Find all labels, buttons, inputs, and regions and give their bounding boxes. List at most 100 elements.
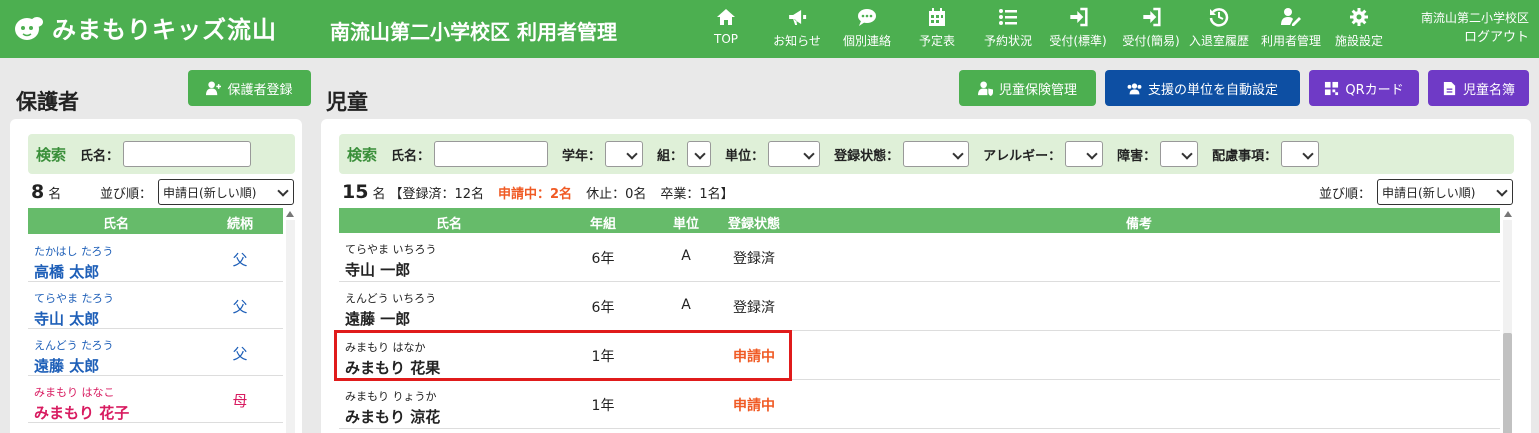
allergy-select[interactable] xyxy=(1065,141,1104,167)
guardian-kana: みまもり はなこ xyxy=(34,386,115,399)
table-row[interactable]: たかはし たろう 高橋 太郎 父 xyxy=(28,235,283,282)
col-name: 氏名 xyxy=(102,217,130,232)
child-search-box: 検索 氏名： 学年： 組： 単位： 登録状態： アレルギー： 障害： 配慮事項： xyxy=(339,134,1514,174)
guardian-kana: えんどう たろう xyxy=(34,339,114,352)
nav-messages[interactable]: 個別連絡 xyxy=(843,7,891,53)
child-kana: えんどう いちろう xyxy=(345,292,437,305)
user-plus-icon xyxy=(206,80,222,95)
child-grade: 6年 xyxy=(591,300,615,316)
table-row[interactable]: てらやま たろう 寺山 太郎 父 xyxy=(28,282,283,329)
col-status: 登録状態 xyxy=(727,217,781,232)
scroll-up-icon[interactable] xyxy=(286,211,294,217)
class-select[interactable] xyxy=(687,141,712,167)
sort-label: 並び順： xyxy=(100,186,153,202)
child-grade: 1年 xyxy=(591,398,615,414)
child-roster-button[interactable]: 児童名簿 xyxy=(1428,70,1529,106)
user-edit-icon xyxy=(1280,8,1301,26)
scroll-up-icon[interactable] xyxy=(1504,211,1512,217)
nav-label: 受付(簡易) xyxy=(1122,34,1180,48)
guardian-relation: 父 xyxy=(232,345,248,363)
guardian-name: 遠藤 太郎 xyxy=(34,357,100,375)
users-icon xyxy=(1127,82,1142,94)
guardian-search-box: 検索 氏名： xyxy=(28,134,295,174)
megaphone-icon xyxy=(788,10,806,25)
nav-user-management[interactable]: 利用者管理 xyxy=(1261,7,1321,53)
nav-reception-simple[interactable]: 受付(簡易) xyxy=(1122,7,1180,53)
summary-graduated: 卒業：1名】 xyxy=(660,187,734,202)
disability-select[interactable] xyxy=(1160,141,1199,167)
status-select[interactable] xyxy=(903,141,970,167)
grade-select[interactable] xyxy=(605,141,644,167)
logout-link[interactable]: ログアウト xyxy=(1421,28,1529,48)
nav-facility-settings[interactable]: 施設設定 xyxy=(1335,7,1383,53)
nav-reception-standard[interactable]: 受付(標準) xyxy=(1049,7,1107,53)
child-unit: A xyxy=(681,248,691,264)
nav-label: 施設設定 xyxy=(1334,34,1384,48)
guardian-sort: 並び順： 申請日(新しい順) xyxy=(100,179,295,205)
child-count-number: 15 xyxy=(342,181,369,203)
unit-select[interactable] xyxy=(768,141,821,167)
children-title: 児童 xyxy=(326,90,368,114)
table-row[interactable]: えんどう いちろう 遠藤 一郎 6年 A 登録済 xyxy=(339,282,1500,331)
guardian-relation: 父 xyxy=(232,251,248,269)
child-sort-select[interactable]: 申請日(新しい順) xyxy=(1377,179,1514,205)
nav-top[interactable]: TOP xyxy=(714,7,738,53)
child-name-input[interactable] xyxy=(434,141,549,167)
chat-icon xyxy=(857,9,876,26)
nav-label: 受付(標準) xyxy=(1049,34,1107,48)
app-header: みまもりキッズ流山 南流山第二小学校区 利用者管理 TOP お知らせ 個別連絡 … xyxy=(0,0,1539,58)
calendar-icon xyxy=(928,8,945,26)
gear-icon xyxy=(1349,8,1368,26)
sign-in-icon xyxy=(1070,7,1088,27)
grade-label: 学年： xyxy=(562,148,602,164)
child-roster-label: 児童名簿 xyxy=(1462,82,1515,98)
school-name: 南流山第二小学校区 xyxy=(1420,11,1529,25)
guardian-sort-select[interactable]: 申請日(新しい順) xyxy=(158,179,295,205)
nav-attendance-history[interactable]: 入退室履歴 xyxy=(1189,7,1249,53)
child-summary: 15 名 【登録済：12名 申請中：2名 休止：0名 卒業：1名】 xyxy=(342,181,734,203)
notes-label: 配慮事項： xyxy=(1212,148,1278,164)
list-icon xyxy=(998,9,1017,25)
notes-select[interactable] xyxy=(1281,141,1320,167)
selected-row-highlight xyxy=(334,330,792,381)
guardian-name: みまもり 花子 xyxy=(34,404,130,422)
guardian-count-number: 8 xyxy=(31,181,45,203)
qr-card-label: QRカード xyxy=(1345,82,1404,98)
status-label: 登録状態： xyxy=(834,148,900,164)
search-label: 検索 xyxy=(347,145,378,164)
table-row[interactable]: みまもり はなこ みまもり 花子 母 xyxy=(28,376,283,423)
auto-set-unit-label: 支援の単位を自動設定 xyxy=(1147,82,1278,98)
guardian-kana: たかはし たろう xyxy=(34,245,114,258)
col-unit: 単位 xyxy=(672,217,700,232)
summary-registered: 【登録済：12名 xyxy=(389,187,485,202)
qr-card-button[interactable]: QRカード xyxy=(1309,70,1419,106)
logo[interactable]: みまもりキッズ流山 xyxy=(12,10,277,45)
child-name: みまもり 涼花 xyxy=(345,408,441,426)
child-scrollbar-thumb[interactable] xyxy=(1503,333,1512,433)
child-table-header: 氏名 年組 単位 登録状態 備考 xyxy=(339,208,1500,234)
user-shield-icon xyxy=(977,80,993,96)
nav-notices[interactable]: お知らせ xyxy=(773,7,821,53)
table-row[interactable]: みまもり りょうか みまもり 涼花 1年 申請中 xyxy=(339,380,1500,429)
col-name: 氏名 xyxy=(435,217,463,232)
allergy-label: アレルギー： xyxy=(983,148,1062,164)
guardian-scrollbar[interactable] xyxy=(286,220,295,433)
register-guardian-button[interactable]: 保護者登録 xyxy=(188,70,311,106)
guardian-name-input[interactable] xyxy=(123,141,252,167)
auto-set-unit-button[interactable]: 支援の単位を自動設定 xyxy=(1105,70,1300,106)
nav-label: 入退室履歴 xyxy=(1188,34,1250,48)
table-row[interactable]: えんどう たろう 遠藤 太郎 父 xyxy=(28,329,283,376)
nav-label: 個別連絡 xyxy=(842,34,892,48)
nav-label: お知らせ xyxy=(773,34,821,48)
child-insurance-button[interactable]: 児童保険管理 xyxy=(959,70,1096,106)
child-grade: 6年 xyxy=(591,251,615,267)
nav-label: 予約状況 xyxy=(983,34,1033,48)
nav-schedule[interactable]: 予定表 xyxy=(919,7,955,53)
sort-value: 申請日(新しい順) xyxy=(163,185,257,200)
logo-mark-icon xyxy=(12,13,46,43)
nav-reservations[interactable]: 予約状況 xyxy=(984,7,1032,53)
history-icon xyxy=(1209,8,1229,27)
col-grade-class: 年組 xyxy=(589,217,617,232)
child-kana: てらやま いちろう xyxy=(345,243,437,256)
table-row[interactable]: てらやま いちろう 寺山 一郎 6年 A 登録済 xyxy=(339,233,1500,282)
